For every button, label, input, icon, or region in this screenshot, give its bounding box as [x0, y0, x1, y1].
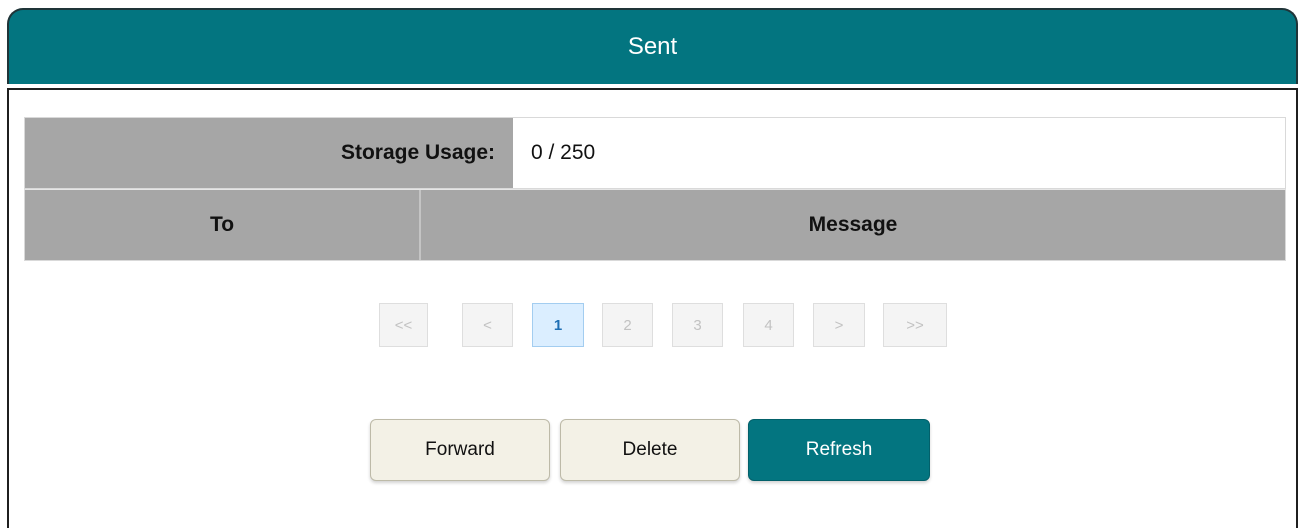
delete-button[interactable]: Delete — [560, 419, 740, 481]
panel-body: Storage Usage: 0 / 250 To Message << < 1… — [7, 88, 1298, 528]
next-page-button[interactable]: > — [813, 303, 865, 347]
panel-header: Sent — [7, 8, 1298, 84]
last-page-button[interactable]: >> — [883, 303, 947, 347]
forward-button[interactable]: Forward — [370, 419, 550, 481]
storage-usage-value: 0 / 250 — [513, 118, 1285, 188]
panel-title: Sent — [627, 33, 678, 60]
previous-page-button[interactable]: < — [462, 303, 513, 347]
refresh-button[interactable]: Refresh — [748, 419, 930, 481]
storage-usage-label: Storage Usage: — [25, 118, 513, 188]
page-3-button[interactable]: 3 — [672, 303, 723, 347]
column-header-to[interactable]: To — [25, 190, 421, 260]
table-header-row: To Message — [24, 189, 1286, 261]
first-page-button[interactable]: << — [379, 303, 428, 347]
page-4-button[interactable]: 4 — [743, 303, 794, 347]
storage-usage-row: Storage Usage: 0 / 250 — [24, 117, 1286, 189]
column-header-message[interactable]: Message — [421, 190, 1285, 260]
pagination: << < 1 2 3 4 > >> — [9, 303, 1296, 349]
page-1-button[interactable]: 1 — [532, 303, 584, 347]
page-2-button[interactable]: 2 — [602, 303, 653, 347]
